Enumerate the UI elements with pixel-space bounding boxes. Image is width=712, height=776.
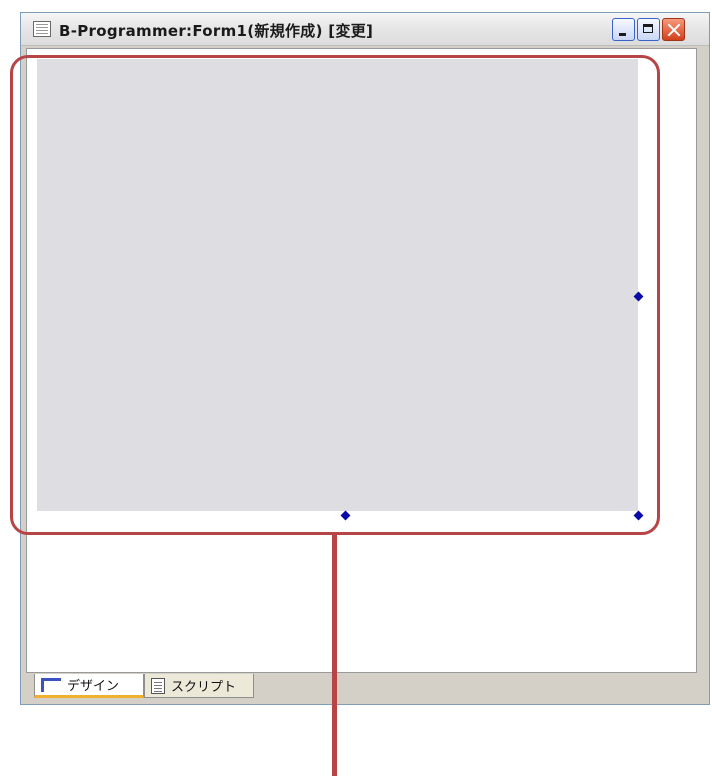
- callout-frame: [10, 55, 660, 535]
- minimize-button[interactable]: [612, 18, 635, 41]
- tab-script[interactable]: スクリプト: [144, 674, 254, 698]
- script-document-icon: [151, 677, 165, 694]
- maximize-button[interactable]: [637, 18, 660, 41]
- tab-script-label: スクリプト: [171, 680, 237, 695]
- title-bar[interactable]: B-Programmer:Form1(新規作成) [変更]: [21, 13, 709, 46]
- app-document-icon[interactable]: [33, 21, 51, 37]
- close-button[interactable]: [662, 18, 685, 41]
- tab-design[interactable]: デザイン: [34, 674, 144, 698]
- design-icon: [41, 677, 61, 692]
- callout-leader-line: [332, 535, 337, 776]
- tab-design-label: デザイン: [67, 679, 120, 694]
- window-title: B-Programmer:Form1(新規作成) [変更]: [59, 22, 374, 40]
- tab-strip: デザイン スクリプト: [26, 674, 697, 700]
